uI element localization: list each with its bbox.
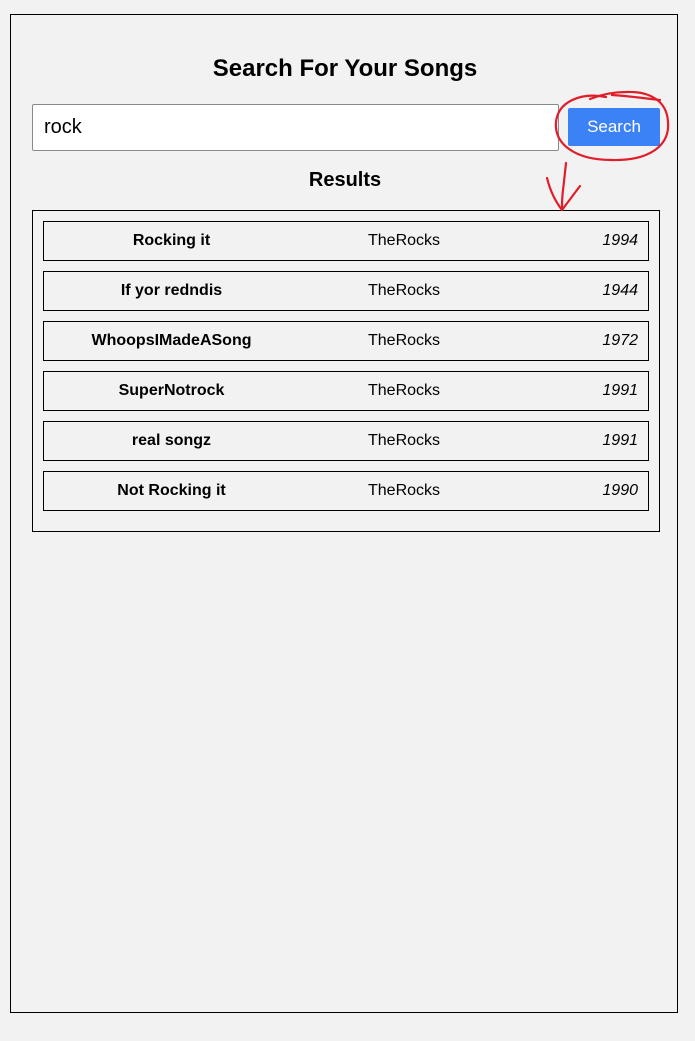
song-year: 1944 — [602, 282, 638, 299]
song-artist: TheRocks — [368, 282, 441, 299]
list-item[interactable]: Not Rocking it TheRocks 1990 — [43, 471, 649, 511]
song-artist: TheRocks — [368, 332, 441, 349]
song-title: If yor redndis — [120, 282, 223, 299]
song-year: 1991 — [602, 382, 638, 399]
list-item[interactable]: real songz TheRocks 1991 — [43, 421, 649, 461]
song-artist: TheRocks — [368, 482, 441, 499]
song-year: 1994 — [602, 232, 638, 249]
song-year: 1991 — [602, 432, 638, 449]
list-item[interactable]: If yor redndis TheRocks 1944 — [43, 271, 649, 311]
song-artist: TheRocks — [368, 232, 441, 249]
song-title: real songz — [131, 432, 212, 449]
app-frame: Search For Your Songs Search Results Roc… — [10, 14, 678, 1013]
page-title: Search For Your Songs — [212, 55, 478, 82]
song-title: Not Rocking it — [117, 482, 226, 499]
song-year: 1990 — [602, 482, 638, 499]
list-item[interactable]: Rocking it TheRocks 1994 — [43, 221, 649, 261]
search-input[interactable] — [32, 104, 559, 151]
song-title: SuperNotrock — [118, 382, 225, 399]
song-title: WhoopsIMadeASong — [91, 332, 252, 349]
search-button[interactable]: Search — [568, 108, 660, 146]
list-item[interactable]: SuperNotrock TheRocks 1991 — [43, 371, 649, 411]
song-title: Rocking it — [132, 232, 211, 249]
results-list: Rocking it TheRocks 1994 If yor redndis … — [32, 210, 660, 532]
song-artist: TheRocks — [368, 382, 441, 399]
results-heading: Results — [308, 169, 382, 191]
song-artist: TheRocks — [368, 432, 441, 449]
song-year: 1972 — [602, 332, 638, 349]
list-item[interactable]: WhoopsIMadeASong TheRocks 1972 — [43, 321, 649, 361]
